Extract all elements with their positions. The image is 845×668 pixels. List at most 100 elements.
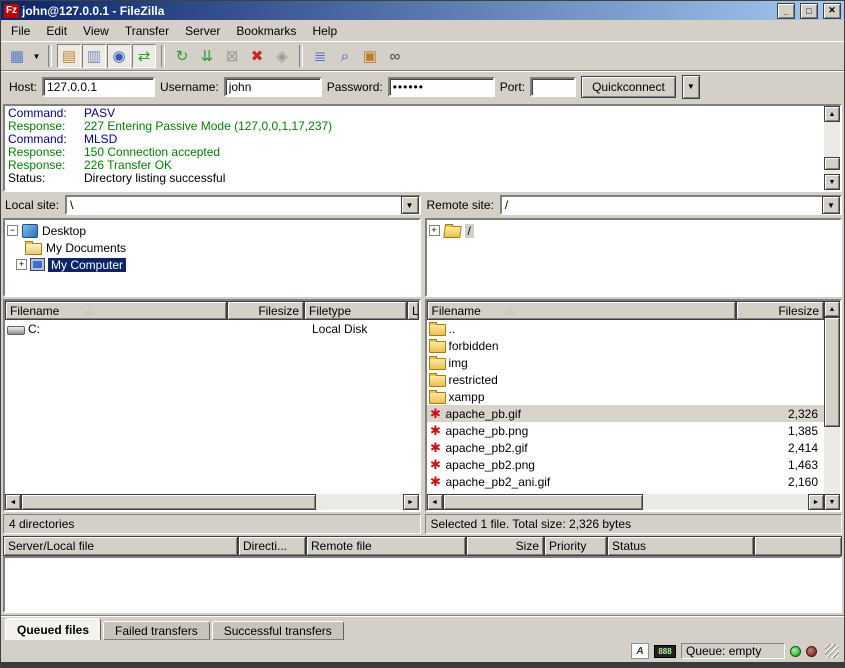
filename-filters-icon[interactable]: ⌕ <box>333 44 357 68</box>
remote-file-row[interactable]: apache_pb2_ani.gif2,160 <box>427 473 825 490</box>
local-horizontal-scrollbar[interactable] <box>5 494 419 510</box>
site-manager-icon[interactable]: ▦ <box>5 44 29 68</box>
menu-transfer[interactable]: Transfer <box>117 21 177 41</box>
tab-failed-transfers[interactable]: Failed transfers <box>103 621 210 640</box>
column-header-filename[interactable]: Filename <box>5 301 227 320</box>
process-queue-icon[interactable]: ⇊ <box>195 44 219 68</box>
column-header-filename[interactable]: Filename <box>427 301 737 320</box>
tree-item-my-computer[interactable]: My Computer <box>7 256 417 273</box>
directory-comparison-icon[interactable]: ▣ <box>358 44 382 68</box>
tab-queued-files[interactable]: Queued files <box>5 618 101 640</box>
tree-item-my-documents[interactable]: My Documents <box>7 239 417 256</box>
close-button[interactable]: ✕ <box>823 3 841 19</box>
tree-item-root[interactable]: / <box>429 222 839 239</box>
file-panes: Local site: \ ▼ Desktop My Documents <box>1 194 844 534</box>
queue-header: Server/Local file Directi... Remote file… <box>3 536 842 556</box>
local-directory-tree: Desktop My Documents My Computer <box>3 218 421 297</box>
scroll-right-icon[interactable] <box>403 494 419 510</box>
scroll-down-icon[interactable] <box>824 174 840 190</box>
password-input[interactable] <box>388 77 495 97</box>
expand-toggle-icon[interactable] <box>16 259 27 270</box>
scroll-down-icon[interactable] <box>824 494 840 510</box>
column-header-filesize[interactable]: Filesize <box>736 301 824 320</box>
resize-grip[interactable] <box>825 644 839 658</box>
quickconnect-button[interactable]: Quickconnect <box>581 76 676 98</box>
collapse-toggle-icon[interactable] <box>7 225 18 236</box>
host-input[interactable] <box>42 77 155 97</box>
scroll-up-icon[interactable] <box>824 106 840 122</box>
column-header-priority[interactable]: Priority <box>544 536 607 556</box>
remote-file-row[interactable]: apache_pb2.png1,463 <box>427 456 825 473</box>
image-file-icon <box>429 424 443 437</box>
remote-file-row-selected[interactable]: apache_pb.gif2,326 <box>427 405 825 422</box>
expand-toggle-icon[interactable] <box>429 225 440 236</box>
quickconnect-dropdown-icon[interactable]: ▼ <box>682 75 700 99</box>
folder-icon <box>429 341 446 353</box>
scroll-left-icon[interactable] <box>427 494 443 510</box>
directory-listing-icon[interactable]: ≣ <box>308 44 332 68</box>
remote-file-row[interactable]: forbidden <box>427 337 825 354</box>
remote-tree-toggle-icon[interactable]: ◉ <box>107 44 131 68</box>
menu-help[interactable]: Help <box>304 21 345 41</box>
menu-edit[interactable]: Edit <box>38 21 75 41</box>
title-bar[interactable]: Fz john@127.0.0.1 - FileZilla _ □ ✕ <box>1 1 844 20</box>
chevron-down-icon[interactable]: ▼ <box>401 196 419 214</box>
minimize-button[interactable]: _ <box>777 3 795 19</box>
transfer-queue-toggle-icon[interactable]: ⇄ <box>132 44 156 68</box>
remote-file-row[interactable]: restricted <box>427 371 825 388</box>
window-bottom-edge <box>1 662 844 667</box>
tab-successful-transfers[interactable]: Successful transfers <box>212 621 344 640</box>
folder-icon <box>429 324 446 336</box>
message-log-toggle-icon[interactable]: ▤ <box>57 44 81 68</box>
remote-site-combobox[interactable]: / ▼ <box>500 195 842 215</box>
column-header-remote-file[interactable]: Remote file <box>306 536 466 556</box>
log-scrollbar[interactable] <box>824 106 840 190</box>
column-header-last-modified[interactable]: L <box>407 301 419 320</box>
remote-file-row[interactable]: img <box>427 354 825 371</box>
remote-horizontal-scrollbar[interactable] <box>427 494 825 510</box>
scrollbar-thumb[interactable] <box>824 157 840 170</box>
username-input[interactable] <box>224 77 322 97</box>
column-header-size[interactable]: Size <box>466 536 544 556</box>
activity-led-green-icon <box>790 646 801 657</box>
column-header-status[interactable]: Status <box>607 536 754 556</box>
scroll-left-icon[interactable] <box>5 494 21 510</box>
column-header-filesize[interactable]: Filesize <box>227 301 304 320</box>
tree-item-desktop[interactable]: Desktop <box>7 222 417 239</box>
remote-file-row[interactable]: xampp <box>427 388 825 405</box>
local-tree-toggle-icon[interactable]: ▥ <box>82 44 106 68</box>
menu-bookmarks[interactable]: Bookmarks <box>228 21 304 41</box>
scroll-right-icon[interactable] <box>808 494 824 510</box>
column-header-filler <box>754 536 842 556</box>
scroll-up-icon[interactable] <box>824 301 840 317</box>
disconnect-icon[interactable]: ✖ <box>245 44 269 68</box>
synchronized-browsing-icon[interactable]: ∞ <box>383 44 407 68</box>
column-header-filetype[interactable]: Filetype <box>304 301 407 320</box>
menu-view[interactable]: View <box>75 21 117 41</box>
scrollbar-thumb[interactable] <box>443 494 643 510</box>
site-manager-dropdown-icon[interactable]: ▼ <box>30 44 43 68</box>
remote-vertical-scrollbar[interactable] <box>824 301 840 510</box>
maximize-button[interactable]: □ <box>800 3 818 19</box>
quickconnect-bar: Host: Username: Password: Port: Quickcon… <box>1 70 844 102</box>
local-file-row-c-drive[interactable]: C: Local Disk <box>5 320 419 337</box>
local-list-header: Filename Filesize Filetype L <box>5 301 419 320</box>
menu-file[interactable]: File <box>3 21 38 41</box>
menu-server[interactable]: Server <box>177 21 228 41</box>
remote-file-row[interactable]: apache_pb.png1,385 <box>427 422 825 439</box>
cancel-operation-icon[interactable]: ⊠ <box>220 44 244 68</box>
remote-file-row[interactable]: .. <box>427 320 825 337</box>
local-site-combobox[interactable]: \ ▼ <box>65 195 420 215</box>
column-header-direction[interactable]: Directi... <box>238 536 306 556</box>
scrollbar-thumb[interactable] <box>21 494 316 510</box>
refresh-icon[interactable]: ↻ <box>170 44 194 68</box>
remote-file-row[interactable]: apache_pb2.gif2,414 <box>427 439 825 456</box>
image-file-icon <box>429 407 443 420</box>
reconnect-icon[interactable]: ◈ <box>270 44 294 68</box>
scrollbar-thumb[interactable] <box>824 317 840 427</box>
chevron-down-icon[interactable]: ▼ <box>822 196 840 214</box>
port-input[interactable] <box>530 77 576 97</box>
desktop-icon <box>22 224 38 238</box>
queue-body-empty[interactable] <box>3 556 842 613</box>
column-header-server-local-file[interactable]: Server/Local file <box>3 536 238 556</box>
